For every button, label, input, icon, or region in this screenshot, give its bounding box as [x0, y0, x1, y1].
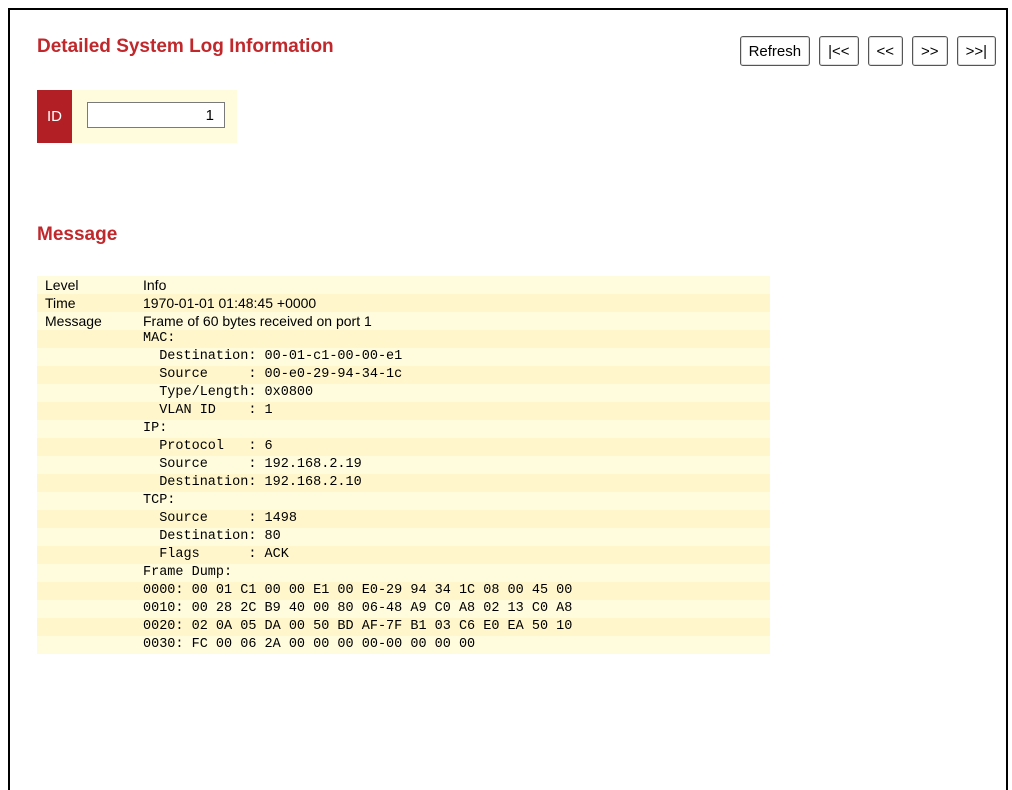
- empty-key: [37, 636, 135, 654]
- detail-line: Type/Length: 0x0800: [143, 385, 314, 400]
- detail-line: 0030: FC 00 06 2A 00 00 00 00-00 00 00 0…: [143, 637, 476, 652]
- id-selector: ID: [37, 90, 237, 143]
- detail-line: Protocol : 6: [135, 438, 770, 456]
- empty-key: [37, 384, 135, 402]
- detail-line: TCP:: [143, 493, 176, 508]
- navigation-toolbar: Refresh |<< << >> >>|: [739, 36, 996, 66]
- empty-key: [37, 474, 135, 492]
- id-input[interactable]: [87, 102, 225, 128]
- table-row: Message Frame of 60 bytes received on po…: [37, 312, 770, 330]
- table-row: Source : 00-e0-29-94-34-1c: [37, 366, 770, 384]
- time-value: 1970-01-01 01:48:45 +0000: [135, 294, 770, 312]
- level-key: Level: [45, 277, 79, 293]
- detail-line: Flags : ACK: [135, 546, 770, 564]
- table-row: Destination: 192.168.2.10: [37, 474, 770, 492]
- table-row: 0020: 02 0A 05 DA 00 50 BD AF-7F B1 03 C…: [37, 618, 770, 636]
- table-row: 0000: 00 01 C1 00 00 E1 00 E0-29 94 34 1…: [37, 582, 770, 600]
- empty-key: [37, 330, 135, 348]
- detail-line: VLAN ID : 1: [135, 402, 770, 420]
- id-label: ID: [37, 90, 72, 143]
- detail-line: Destination: 192.168.2.10: [135, 474, 770, 492]
- table-row: Level Info: [37, 276, 770, 294]
- empty-key: [37, 528, 135, 546]
- previous-entry-button[interactable]: <<: [867, 36, 904, 66]
- table-row: Protocol : 6: [37, 438, 770, 456]
- detail-line: MAC:: [135, 330, 770, 348]
- table-row: Source : 1498: [37, 510, 770, 528]
- detail-line: Source : 1498: [135, 510, 770, 528]
- table-row: 0030: FC 00 06 2A 00 00 00 00-00 00 00 0…: [37, 636, 770, 654]
- refresh-button[interactable]: Refresh: [739, 36, 811, 66]
- table-row: VLAN ID : 1: [37, 402, 770, 420]
- first-entry-button[interactable]: |<<: [819, 36, 859, 66]
- table-row: TCP:: [37, 492, 770, 510]
- detail-line: 0000: 00 01 C1 00 00 E1 00 E0-29 94 34 1…: [135, 582, 770, 600]
- empty-key: [37, 402, 135, 420]
- table-row: Type/Length: 0x0800: [37, 384, 770, 402]
- level-value: Info: [143, 277, 167, 293]
- empty-key: [37, 564, 135, 582]
- next-entry-button[interactable]: >>: [912, 36, 948, 66]
- empty-key: [37, 420, 135, 438]
- detail-line: Destination: 00-01-c1-00-00-e1: [143, 349, 403, 364]
- detail-line: 0010: 00 28 2C B9 40 00 80 06-48 A9 C0 A…: [143, 601, 573, 616]
- table-row: IP:: [37, 420, 770, 438]
- message-section-title: Message: [37, 224, 118, 245]
- detail-line: 0020: 02 0A 05 DA 00 50 BD AF-7F B1 03 C…: [135, 618, 770, 636]
- empty-key: [37, 546, 135, 564]
- table-row: 0010: 00 28 2C B9 40 00 80 06-48 A9 C0 A…: [37, 600, 770, 618]
- table-row: Destination: 00-01-c1-00-00-e1: [37, 348, 770, 366]
- detail-line: Source : 00-e0-29-94-34-1c: [135, 366, 770, 384]
- time-key: Time: [37, 294, 135, 312]
- table-row: Source : 192.168.2.19: [37, 456, 770, 474]
- detail-line: IP:: [143, 421, 168, 436]
- detail-line: Source : 192.168.2.19: [143, 457, 362, 472]
- empty-key: [37, 600, 135, 618]
- detail-line: Destination: 80: [143, 529, 281, 544]
- table-row: Frame Dump:: [37, 564, 770, 582]
- message-value: Frame of 60 bytes received on port 1: [143, 313, 372, 329]
- table-row: Flags : ACK: [37, 546, 770, 564]
- empty-key: [37, 582, 135, 600]
- empty-key: [37, 618, 135, 636]
- page-title: Detailed System Log Information: [37, 36, 334, 57]
- message-table: Level Info Time 1970-01-01 01:48:45 +000…: [37, 276, 770, 654]
- table-row: Destination: 80: [37, 528, 770, 546]
- table-row: Time 1970-01-01 01:48:45 +0000: [37, 294, 770, 312]
- message-key: Message: [45, 313, 102, 329]
- table-row: MAC:: [37, 330, 770, 348]
- empty-key: [37, 492, 135, 510]
- last-entry-button[interactable]: >>|: [956, 36, 996, 66]
- detail-line: Frame Dump:: [143, 565, 233, 580]
- empty-key: [37, 438, 135, 456]
- empty-key: [37, 510, 135, 528]
- empty-key: [37, 348, 135, 366]
- empty-key: [37, 366, 135, 384]
- page-frame: Detailed System Log Information Refresh …: [8, 8, 1008, 790]
- empty-key: [37, 456, 135, 474]
